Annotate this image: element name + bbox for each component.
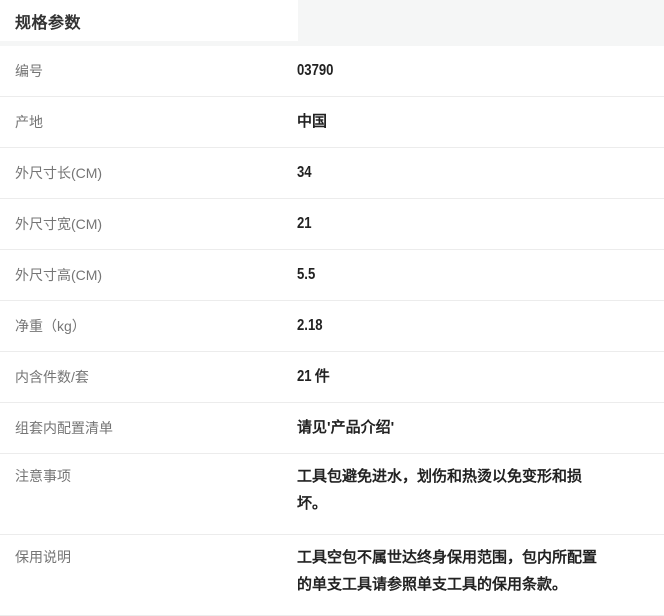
section-header-bar: 规格参数 [0, 0, 664, 46]
spec-value: 34 [297, 148, 664, 198]
spec-value: 请见'产品介绍' [297, 403, 664, 453]
spec-row: 外尺寸高(CM) 5.5 [0, 250, 664, 301]
spec-row: 注意事项 工具包避免进水，划伤和热烫以免变形和损 坏。 [0, 454, 664, 535]
numeric-value: 34 [297, 148, 312, 198]
spec-label: 编号 [0, 46, 297, 96]
numeric-value: 21 [297, 199, 312, 249]
spec-label: 内含件数/套 [0, 352, 297, 402]
numeric-value: 5.5 [297, 250, 315, 300]
spec-value: 21 [297, 199, 664, 249]
spec-table: 编号 03790 产地 中国 外尺寸长(CM) 34 外尺寸宽(CM) 21 外… [0, 46, 664, 616]
tab-spec-params: 规格参数 [0, 0, 298, 41]
spec-label: 净重（kg） [0, 301, 297, 351]
spec-row: 净重（kg） 2.18 [0, 301, 664, 352]
spec-label: 注意事项 [0, 463, 297, 534]
spec-row: 组套内配置清单 请见'产品介绍' [0, 403, 664, 454]
spec-row: 外尺寸长(CM) 34 [0, 148, 664, 199]
spec-value: 03790 [297, 46, 664, 96]
spec-value: 工具包避免进水，划伤和热烫以免变形和损 坏。 [297, 463, 664, 534]
section-title: 规格参数 [15, 9, 81, 33]
spec-value: 工具空包不属世达终身保用范围，包内所配置 的单支工具请参照单支工具的保用条款。 [297, 544, 664, 615]
spec-label: 保用说明 [0, 544, 297, 615]
numeric-value: 03790 [297, 46, 333, 96]
spec-row: 外尺寸宽(CM) 21 [0, 199, 664, 250]
spec-row: 编号 03790 [0, 46, 664, 97]
spec-label: 外尺寸宽(CM) [0, 199, 297, 249]
spec-value: 21件 [297, 352, 664, 402]
spec-row: 产地 中国 [0, 97, 664, 148]
numeric-value: 2.18 [297, 301, 323, 351]
spec-row: 保用说明 工具空包不属世达终身保用范围，包内所配置 的单支工具请参照单支工具的保… [0, 535, 664, 616]
spec-label: 外尺寸长(CM) [0, 148, 297, 198]
spec-value: 5.5 [297, 250, 664, 300]
spec-value: 2.18 [297, 301, 664, 351]
spec-row: 内含件数/套 21件 [0, 352, 664, 403]
spec-label: 产地 [0, 97, 297, 147]
spec-label: 外尺寸高(CM) [0, 250, 297, 300]
spec-label: 组套内配置清单 [0, 403, 297, 453]
spec-value: 中国 [297, 97, 664, 147]
spec-panel: 规格参数 编号 03790 产地 中国 外尺寸长(CM) 34 外尺寸宽(CM)… [0, 0, 664, 609]
numeric-value: 21 [297, 352, 312, 402]
